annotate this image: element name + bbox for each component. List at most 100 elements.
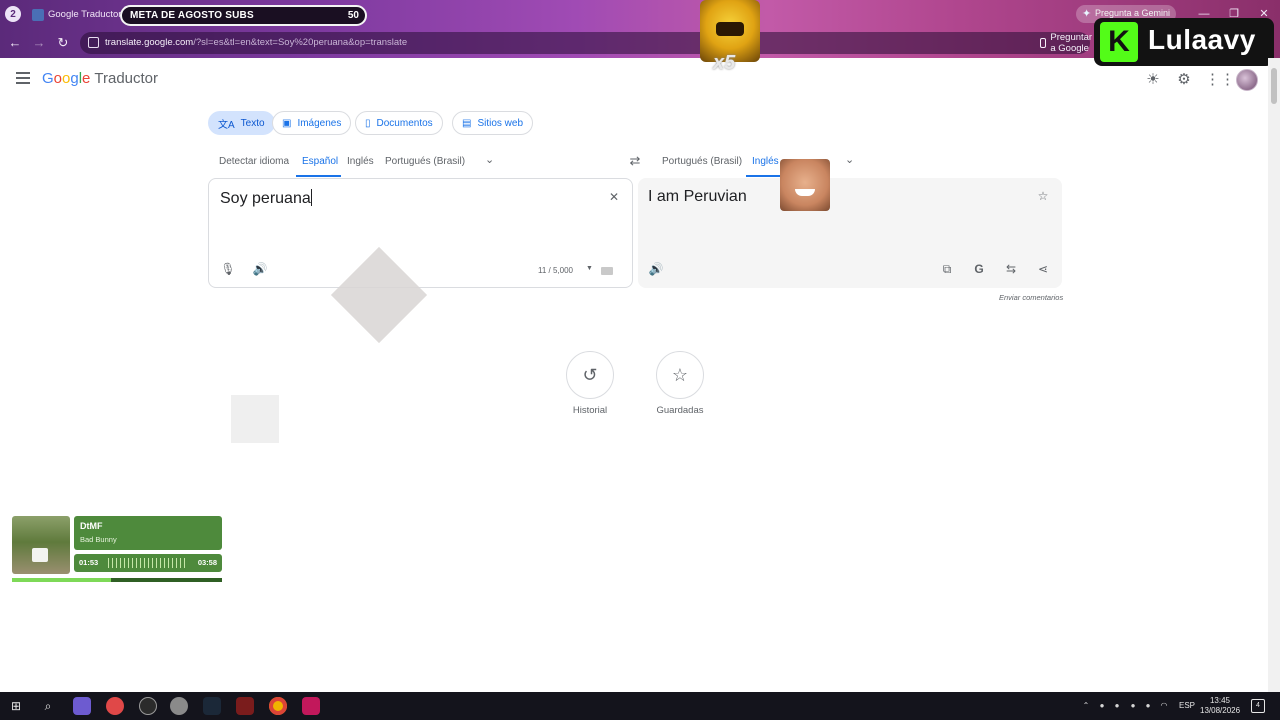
now-playing-widget: DtMF Bad Bunny 01:53 03:58 <box>12 516 222 582</box>
microphone-icon[interactable]: 🎙 <box>219 260 237 278</box>
forward-icon[interactable]: → <box>29 33 49 53</box>
lang-portugues-target[interactable]: Portugués (Brasil) <box>662 156 742 167</box>
target-text-panel: I am Peruvian ☆ 🔊 ⧉ G ⇆ ⋖ <box>638 178 1062 288</box>
vpn-app-icon[interactable] <box>170 697 188 715</box>
notification-center-icon[interactable]: 4 <box>1251 699 1265 713</box>
google-g-icon[interactable]: G <box>970 260 988 278</box>
time-elapsed: 01:53 <box>79 558 99 567</box>
theme-icon[interactable]: ☀ <box>1143 70 1163 90</box>
tray-chevron-icon[interactable]: ⌃ <box>1081 701 1091 711</box>
source-language-row: Detectar idioma Español Inglés Portugués… <box>208 150 618 177</box>
chip-imagenes[interactable]: ▣ Imágenes <box>272 111 352 135</box>
lang-ingles[interactable]: Inglés <box>347 156 374 167</box>
copy-icon[interactable]: ⧉ <box>938 260 956 278</box>
scrollbar-thumb[interactable] <box>1271 68 1277 104</box>
keyboard-icon[interactable] <box>601 267 613 275</box>
reload-icon[interactable]: ↻ <box>53 33 73 53</box>
clock-date: 13/08/2026 <box>1200 706 1241 715</box>
album-art <box>12 516 70 574</box>
tray-steam-icon[interactable]: ● <box>1128 701 1138 711</box>
tray-vpn-icon[interactable]: ● <box>1143 701 1153 711</box>
browser-chrome: 2 Google Traductor META DE AGOSTO SUBS 5… <box>0 0 1280 58</box>
rate-translation-icon[interactable]: ⇆ <box>1002 260 1020 278</box>
app-header: Google Traductor ☀ ⚙ ⋮⋮ <box>0 58 1268 102</box>
site-info-icon[interactable] <box>88 37 99 48</box>
share-icon[interactable]: ⋖ <box>1034 260 1052 278</box>
source-language-dropdown-icon[interactable]: ⌄ <box>485 153 494 166</box>
discord-app-icon[interactable] <box>73 697 91 715</box>
website-icon: ▤ <box>462 117 472 129</box>
chip-sitios-web[interactable]: ▤ Sitios web <box>452 111 534 135</box>
wifi-icon[interactable]: ◠ <box>1159 701 1169 711</box>
song-progress-fill <box>12 578 111 582</box>
back-icon[interactable]: ← <box>5 33 25 53</box>
chrome-profile-app-icon[interactable] <box>106 697 124 715</box>
song-title: DtMF <box>80 521 103 531</box>
source-text-input[interactable]: Soy peruana <box>220 189 312 208</box>
listen-source-icon[interactable]: 🔊 <box>251 260 269 278</box>
history-button[interactable]: ↺ <box>566 351 614 399</box>
address-bar-row: ← → ↻ translate.google.com/?sl=es&tl=en&… <box>0 30 1280 56</box>
saved-button[interactable]: ☆ <box>656 351 704 399</box>
subgoal-label: META DE AGOSTO SUBS <box>130 10 254 21</box>
active-target-underline <box>746 175 782 177</box>
gemini-sparkle-icon: ✦ <box>1082 8 1092 20</box>
clock-time: 13:45 <box>1209 696 1231 705</box>
saved-star-icon: ☆ <box>671 365 689 385</box>
image-icon: ▣ <box>282 117 292 129</box>
url-text: translate.google.com/?sl=es&tl=en&text=S… <box>105 37 408 48</box>
media-app-icon[interactable] <box>302 697 320 715</box>
steam-app-icon[interactable] <box>203 697 221 715</box>
song-progress-track <box>12 578 222 582</box>
clear-text-icon[interactable]: ✕ <box>605 188 623 206</box>
song-time-bar: 01:53 03:58 <box>74 554 222 572</box>
system-clock[interactable]: 13:45 13/08/2026 <box>1200 696 1240 716</box>
settings-gear-icon[interactable]: ⚙ <box>1174 70 1194 90</box>
lang-espanol[interactable]: Español <box>302 156 338 167</box>
lang-detect[interactable]: Detectar idioma <box>219 156 289 167</box>
lang-portugues[interactable]: Portugués (Brasil) <box>385 156 465 167</box>
lens-icon <box>1040 38 1047 48</box>
search-icon[interactable]: ⌕ <box>38 696 58 716</box>
apps-grid-icon[interactable]: ⋮⋮ <box>1205 70 1235 90</box>
lang-ingles-target[interactable]: Inglés <box>752 156 779 167</box>
ask-google-label: Preguntar a Google <box>1050 32 1093 54</box>
translation-output: I am Peruvian <box>648 188 747 205</box>
subgoal-count: 50 <box>347 10 359 21</box>
gemini-label: Pregunta a Gemini <box>1095 8 1171 18</box>
windows-taskbar: ⊞ ⌕ ⌃ ● ● ● ● ◠ ESP 13:45 13/08/2026 4 <box>0 692 1280 720</box>
history-icon: ↺ <box>582 365 598 385</box>
audio-waveform <box>108 558 188 568</box>
tab-count-badge[interactable]: 2 <box>5 6 21 22</box>
tray-discord-icon[interactable]: ● <box>1097 701 1107 711</box>
chrome-app-icon[interactable] <box>269 697 287 715</box>
obs-app-icon[interactable] <box>139 697 157 715</box>
kick-logo-icon: K <box>1100 22 1138 62</box>
time-total: 03:58 <box>197 558 217 567</box>
stream-face-emote <box>780 159 830 211</box>
input-language[interactable]: ESP <box>1179 701 1195 710</box>
emote-face <box>716 22 744 36</box>
target-language-dropdown-icon[interactable]: ⌄ <box>845 153 854 166</box>
windows-start-icon[interactable]: ⊞ <box>6 696 26 716</box>
google-translate-logo[interactable]: Google Traductor <box>42 70 158 87</box>
main-menu-icon[interactable] <box>16 72 32 86</box>
swap-languages-icon[interactable]: ⇄ <box>626 152 644 170</box>
character-counter: 11 / 5,000 <box>538 266 573 275</box>
address-bar[interactable]: translate.google.com/?sl=es&tl=en&text=S… <box>80 32 1159 54</box>
chip-texto[interactable]: 文A Texto <box>208 111 275 135</box>
save-star-icon[interactable]: ☆ <box>1034 187 1052 205</box>
ask-google-button[interactable]: Preguntar a Google <box>1040 32 1096 54</box>
streamer-name: Lulaavy <box>1148 24 1256 55</box>
faded-overlay-square <box>231 395 279 443</box>
stream-subgoal-bar: META DE AGOSTO SUBS 50 <box>120 5 367 26</box>
send-feedback-link[interactable]: Enviar comentarios <box>999 293 1063 302</box>
game-app-icon[interactable] <box>236 697 254 715</box>
source-text-panel[interactable]: Soy peruana ✕ 🎙 🔊 11 / 5,000 ▼ <box>208 178 633 288</box>
tray-nvidia-icon[interactable]: ● <box>1112 701 1122 711</box>
chip-documentos[interactable]: ▯ Documentos <box>355 111 443 135</box>
page-scrollbar[interactable] <box>1268 58 1280 692</box>
listen-translation-icon[interactable]: 🔊 <box>647 260 665 278</box>
counter-dropdown-icon[interactable]: ▼ <box>586 265 593 272</box>
account-avatar[interactable] <box>1236 69 1258 91</box>
